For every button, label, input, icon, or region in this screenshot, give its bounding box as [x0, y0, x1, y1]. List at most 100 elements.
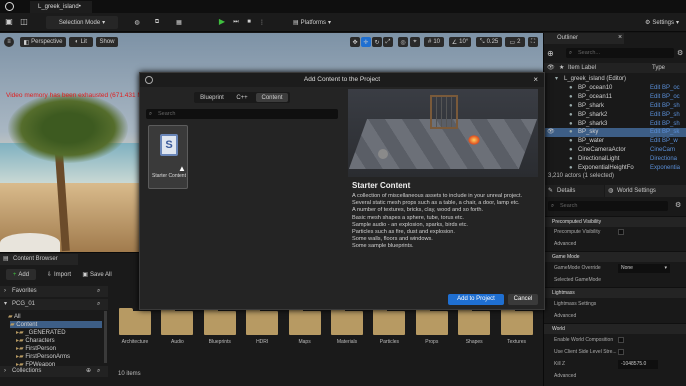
surface-snap-icon[interactable]: ⌖: [410, 37, 420, 47]
scale-snap-button[interactable]: ⤡ 0.25: [476, 37, 502, 47]
tree-folder[interactable]: ▸▰ Characters: [16, 337, 55, 344]
outliner-row-type[interactable]: Exponentia: [650, 164, 686, 173]
grid-snap-button[interactable]: #10: [424, 37, 444, 47]
lit-button[interactable]: ◐ Lit: [69, 37, 93, 47]
step-icon[interactable]: ⏭: [230, 16, 242, 28]
platforms-button[interactable]: ▤ Platforms ▾: [288, 16, 336, 29]
world-local-icon[interactable]: ◎: [398, 37, 408, 47]
row-advanced-1[interactable]: Advanced: [544, 239, 686, 250]
save-icon[interactable]: ▣: [4, 16, 14, 28]
row-lightmass-settings[interactable]: Lightmass Settings: [544, 299, 686, 310]
outliner-row[interactable]: ● BP_shark3 Edit BP_sh: [544, 120, 686, 129]
outliner-row-type[interactable]: CineCam: [650, 146, 686, 155]
asset-folder-icon[interactable]: [119, 308, 151, 335]
collections-header[interactable]: › Collections ⊕ ⌕: [0, 366, 108, 377]
asset-folder-icon[interactable]: [458, 308, 491, 335]
level-tab[interactable]: L_greek_island•: [30, 1, 92, 13]
asset-folder-icon[interactable]: [331, 308, 363, 335]
project-header[interactable]: ▾ PCG_01 ⌕: [0, 299, 108, 310]
search-icon[interactable]: ⌕: [97, 299, 100, 310]
outliner-tab[interactable]: Outliner: [544, 33, 624, 44]
move-mode-button[interactable]: ✛: [361, 37, 371, 47]
checkbox[interactable]: [618, 349, 624, 355]
search-icon[interactable]: ⌕: [97, 366, 100, 377]
dialog-tab[interactable]: Content: [256, 93, 288, 102]
asset-folder-icon[interactable]: [161, 308, 194, 335]
show-button[interactable]: Show: [96, 37, 118, 47]
asset-folder-icon[interactable]: [203, 308, 236, 335]
section-precomputed-visibility[interactable]: Precomputed Visibility: [544, 216, 686, 227]
blueprint-icon[interactable]: ⧉: [150, 16, 164, 28]
details-search-input[interactable]: ⌕ Search: [548, 201, 668, 211]
camera-speed-button[interactable]: ▭ 2: [505, 37, 525, 47]
tree-scrollbar[interactable]: [104, 311, 107, 363]
outliner-row[interactable]: ● ExponentialHeightFo Exponentia: [544, 164, 686, 173]
outliner-row[interactable]: ● DirectionalLight Directiona: [544, 155, 686, 164]
column-item-label[interactable]: Item Label: [568, 63, 596, 73]
outliner-row-type[interactable]: Edit BP_oc: [650, 93, 686, 102]
rotate-mode-button[interactable]: ↻: [372, 37, 382, 47]
translate-mode-button[interactable]: ✥: [350, 37, 360, 47]
outliner-row-type[interactable]: Edit BP_sh: [650, 111, 686, 120]
close-icon[interactable]: ×: [533, 73, 538, 87]
outliner-row-type[interactable]: Edit BP_w: [650, 137, 686, 146]
outliner-row[interactable]: 👁 ● BP_sky Edit BP_sk: [544, 128, 686, 138]
outliner-search-input[interactable]: ⌕ Search...: [566, 48, 674, 58]
tree-folder[interactable]: ▸▰ _GENERATED: [16, 329, 66, 336]
play-options-icon[interactable]: ⋮: [256, 16, 268, 28]
outliner-row-type[interactable]: Edit BP_sh: [650, 120, 686, 129]
outliner-row[interactable]: ● BP_shark2 Edit BP_sh: [544, 111, 686, 120]
stop-button[interactable]: ■: [243, 16, 255, 28]
unreal-logo-icon[interactable]: [5, 2, 14, 11]
add-actor-icon[interactable]: ⊕: [547, 49, 554, 58]
cancel-button[interactable]: Cancel: [508, 294, 538, 305]
starter-content-tile[interactable]: S ▲ Starter Content: [148, 125, 188, 189]
add-button[interactable]: + Add: [6, 269, 36, 280]
asset-folder-icon[interactable]: [246, 308, 279, 335]
outliner-row[interactable]: ● CineCameraActor CineCam: [544, 146, 686, 155]
add-to-project-button[interactable]: Add to Project: [448, 294, 504, 305]
tree-all[interactable]: ▰ All: [8, 313, 21, 320]
outliner-row-type[interactable]: Edit BP_sh: [650, 102, 686, 111]
play-button[interactable]: ▶: [216, 16, 228, 28]
visibility-icon[interactable]: 👁: [547, 128, 555, 137]
dialog-tab[interactable]: Blueprint: [196, 93, 228, 102]
viewport-menu-button[interactable]: ≡: [4, 37, 14, 47]
import-button[interactable]: ⇩ Import: [42, 269, 76, 280]
outliner-row[interactable]: ● BP_shark Edit BP_sh: [544, 102, 686, 111]
details-settings-icon[interactable]: ⚙: [675, 201, 681, 209]
checkbox[interactable]: [618, 337, 624, 343]
content-icon[interactable]: ◍: [130, 16, 144, 28]
section-game-mode[interactable]: Game Mode: [544, 251, 686, 262]
column-type[interactable]: Type: [652, 63, 665, 73]
modes-icon[interactable]: ◫: [18, 16, 30, 28]
dialog-search-input[interactable]: ⌕ Search: [146, 109, 338, 119]
add-collection-icon[interactable]: ⊕: [86, 366, 91, 377]
search-icon[interactable]: ⌕: [97, 286, 100, 297]
outliner-row-type[interactable]: Directiona: [650, 155, 686, 164]
maximize-viewport-icon[interactable]: ⛶: [528, 37, 538, 47]
scale-mode-button[interactable]: ⤢: [383, 37, 393, 47]
outliner-row[interactable]: ● BP_ocean11 Edit BP_oc: [544, 93, 686, 102]
perspective-button[interactable]: ◧ Perspective: [20, 37, 66, 47]
gamemode-dropdown[interactable]: None ▾: [618, 264, 670, 273]
asset-folder-icon[interactable]: [288, 308, 321, 335]
outliner-settings-icon[interactable]: ⚙: [677, 49, 683, 57]
selection-mode-dropdown[interactable]: Selection Mode ▾: [46, 16, 118, 29]
checkbox[interactable]: [618, 229, 624, 235]
outliner-row[interactable]: ● BP_ocean10 Edit BP_oc: [544, 84, 686, 93]
world-settings-tab[interactable]: ◍ World Settings: [605, 185, 686, 197]
close-icon[interactable]: ×: [618, 34, 622, 41]
outliner-row-type[interactable]: Edit BP_sk: [650, 128, 686, 137]
save-all-button[interactable]: ▣ Save All: [80, 269, 114, 280]
details-tab[interactable]: ✎ Details: [544, 185, 604, 197]
row-advanced-3[interactable]: Advanced: [544, 371, 686, 382]
row-selected-gamemode[interactable]: Selected GameMode: [544, 275, 686, 286]
row-advanced-2[interactable]: Advanced: [544, 311, 686, 322]
content-browser-tab[interactable]: ▤ Content Browser: [0, 254, 78, 265]
dialog-tab[interactable]: C++: [230, 93, 254, 102]
tree-content[interactable]: ▰ Content: [10, 321, 102, 328]
favorites-header[interactable]: › Favorites ⌕: [0, 286, 108, 297]
rotate-snap-button[interactable]: ∠ 10°: [449, 37, 471, 47]
asset-folder-icon[interactable]: [373, 308, 406, 335]
